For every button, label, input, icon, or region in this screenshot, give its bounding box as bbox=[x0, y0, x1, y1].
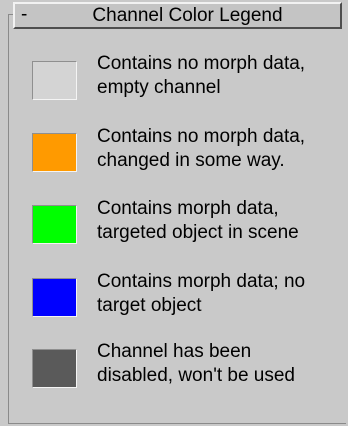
legend-line-1: Channel has been bbox=[97, 341, 252, 362]
legend-item-empty-channel: Contains no morph data, empty channel bbox=[32, 52, 342, 108]
color-swatch-empty bbox=[32, 61, 77, 100]
legend-description: Contains no morph data, changed in some … bbox=[97, 125, 342, 173]
color-swatch-no-target bbox=[32, 278, 77, 317]
color-swatch-targeted bbox=[32, 205, 77, 244]
legend-line-2: empty channel bbox=[97, 77, 221, 98]
legend-line-1: Contains morph data, bbox=[97, 198, 279, 219]
legend-description: Contains no morph data, empty channel bbox=[97, 52, 342, 100]
legend-line-1: Contains no morph data, bbox=[97, 53, 306, 74]
legend-line-1: Contains morph data; no bbox=[97, 271, 306, 292]
legend-line-2: changed in some way. bbox=[97, 150, 285, 171]
legend-description: Contains morph data, targeted object in … bbox=[97, 197, 342, 245]
panel-title: Channel Color Legend bbox=[92, 4, 283, 26]
legend-item-targeted: Contains morph data, targeted object in … bbox=[32, 197, 342, 253]
legend-line-2: target object bbox=[97, 295, 202, 316]
color-swatch-changed bbox=[32, 133, 77, 172]
legend-line-2: targeted object in scene bbox=[97, 222, 299, 243]
legend-line-1: Contains no morph data, bbox=[97, 126, 306, 147]
legend-description: Channel has been disabled, won't be used bbox=[97, 340, 342, 388]
legend-item-disabled: Channel has been disabled, won't be used bbox=[32, 340, 342, 396]
color-swatch-disabled bbox=[32, 349, 77, 388]
legend-item-changed: Contains no morph data, changed in some … bbox=[32, 125, 342, 181]
rollout-header[interactable]: - Channel Color Legend bbox=[13, 2, 342, 29]
legend-description: Contains morph data; no target object bbox=[97, 270, 342, 318]
legend-item-no-target: Contains morph data; no target object bbox=[32, 270, 342, 326]
legend-line-2: disabled, won't be used bbox=[97, 365, 295, 386]
